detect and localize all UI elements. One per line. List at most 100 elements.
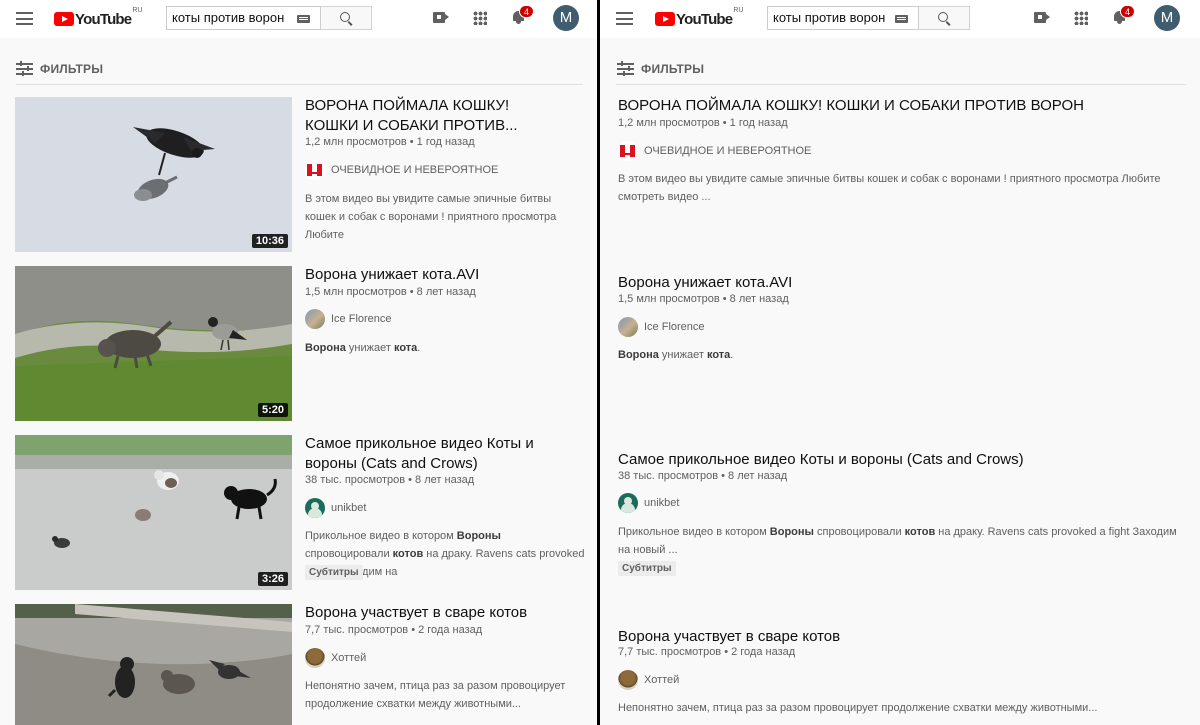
video-title[interactable]: ВОРОНА ПОЙМАЛА КОШКУ! КОШКИ И СОБАКИ ПРО…	[618, 96, 1188, 116]
video-duration: 10:36	[251, 234, 288, 248]
channel-link[interactable]: Хоттей	[305, 648, 366, 668]
right-pane: YouTube RU коты против ворон 4 M ФИЛЬТРЫ…	[600, 0, 1200, 725]
channel-link[interactable]: unikbet	[305, 498, 366, 518]
channel-logo-icon	[305, 160, 325, 180]
channel-link[interactable]: Хоттей	[618, 670, 679, 690]
video-description: Ворона унижает кота.	[305, 342, 421, 354]
filters-label: ФИЛЬТРЫ	[641, 62, 705, 76]
logo-region: RU	[132, 7, 143, 14]
video-description: Прикольное видео в котором Вороны спрово…	[618, 526, 1177, 556]
video-description: Непонятно зачем, птица раз за разом пров…	[618, 702, 1098, 714]
channel-name: ОЧЕВИДНОЕ И НЕВЕРОЯТНОЕ	[644, 145, 812, 157]
video-description: Ворона унижает кота.	[618, 349, 734, 361]
video-meta: 1,5 млн просмотров • 8 лет назад	[618, 293, 789, 305]
youtube-logo[interactable]: YouTube RU	[655, 7, 744, 29]
video-duration: 3:26	[257, 572, 288, 586]
logo-region: RU	[733, 7, 744, 14]
create-video-icon[interactable]	[1034, 12, 1050, 23]
notifications-badge: 4	[1120, 5, 1135, 18]
channel-avatar	[618, 317, 638, 337]
search-button[interactable]	[321, 6, 372, 30]
video-title[interactable]: Самое прикольное видео Коты и вороны (Ca…	[305, 434, 565, 474]
channel-avatar	[618, 493, 638, 513]
channel-avatar	[305, 498, 325, 518]
filters-button[interactable]: ФИЛЬТРЫ	[617, 60, 704, 78]
video-meta: 1,2 млн просмотров • 1 год назад	[305, 136, 475, 148]
account-avatar[interactable]: M	[553, 5, 579, 31]
search-input[interactable]: коты против ворон	[166, 6, 321, 30]
masthead: YouTube RU коты против ворон 4 M	[0, 0, 597, 38]
divider	[616, 84, 1186, 85]
channel-name: unikbet	[331, 502, 367, 514]
subtitles-badge: Субтитры	[305, 565, 363, 580]
video-meta: 7,7 тыс. просмотров • 2 года назад	[618, 646, 796, 658]
channel-name: ОЧЕВИДНОЕ И НЕВЕРОЯТНОЕ	[331, 164, 499, 176]
logo-text: YouTube	[75, 10, 132, 28]
channel-name: unikbet	[644, 497, 680, 509]
video-meta: 1,2 млн просмотров • 1 год назад	[618, 117, 788, 129]
search-icon	[340, 12, 350, 22]
video-title[interactable]: ВОРОНА ПОЙМАЛА КОШКУ! КОШКИ И СОБАКИ ПРО…	[305, 96, 545, 136]
cats-and-crows-thumbnail	[15, 435, 292, 590]
keyboard-icon[interactable]	[297, 15, 310, 23]
video-title[interactable]: Ворона унижает кота.AVI	[618, 273, 1188, 293]
youtube-logo[interactable]: YouTube RU	[54, 7, 143, 29]
video-title[interactable]: Ворона унижает кота.AVI	[305, 265, 585, 285]
channel-link[interactable]: ОЧЕВИДНОЕ И НЕВЕРОЯТНОЕ	[305, 160, 498, 180]
channel-name: Ice Florence	[644, 321, 705, 333]
channel-name: Хоттей	[331, 652, 367, 664]
channel-logo-icon	[618, 141, 638, 161]
video-description: В этом видео вы увидите самые эпичные би…	[618, 173, 1161, 203]
video-thumbnail[interactable]: 3:26	[15, 435, 292, 590]
channel-name: Хоттей	[644, 674, 680, 686]
apps-grid-icon[interactable]	[473, 11, 487, 25]
notifications-badge: 4	[519, 5, 534, 18]
channel-name: Ice Florence	[331, 313, 392, 325]
menu-icon[interactable]	[16, 12, 33, 25]
menu-icon[interactable]	[616, 12, 633, 25]
video-meta: 1,5 млн просмотров • 8 лет назад	[305, 286, 476, 298]
channel-link[interactable]: Ice Florence	[618, 317, 705, 337]
filters-label: ФИЛЬТРЫ	[40, 62, 104, 76]
channel-link[interactable]: unikbet	[618, 493, 679, 513]
search-input[interactable]: коты против ворон	[767, 6, 919, 30]
channel-link[interactable]: Ice Florence	[305, 309, 392, 329]
masthead: YouTube RU коты против ворон 4 M	[600, 0, 1200, 38]
search-button[interactable]	[919, 6, 970, 30]
channel-avatar	[305, 648, 325, 668]
video-description: В этом видео вы увидите самые эпичные би…	[305, 193, 557, 241]
video-meta: 38 тыс. просмотров • 8 лет назад	[305, 474, 475, 486]
create-video-icon[interactable]	[433, 12, 449, 23]
logo-text: YouTube	[676, 10, 733, 28]
search-icon	[938, 12, 948, 22]
video-thumbnail[interactable]	[15, 604, 292, 725]
search-query-text: коты против ворон	[773, 10, 886, 25]
channel-link[interactable]: ОЧЕВИДНОЕ И НЕВЕРОЯТНОЕ	[618, 141, 811, 161]
crow-catching-cat-thumbnail	[15, 97, 292, 252]
crow-and-cat-on-lawn-thumbnail	[15, 266, 292, 421]
search-query-text: коты против ворон	[172, 10, 285, 25]
video-meta: 38 тыс. просмотров • 8 лет назад	[618, 470, 788, 482]
divider	[16, 84, 583, 85]
video-thumbnail[interactable]: 5:20	[15, 266, 292, 421]
crow-in-cat-fight-thumbnail	[15, 604, 292, 725]
video-title[interactable]: Ворона участвует в сваре котов	[305, 603, 585, 623]
subtitles-badge: Субтитры	[618, 561, 676, 576]
youtube-play-icon	[655, 12, 675, 26]
apps-grid-icon[interactable]	[1074, 11, 1088, 25]
video-title[interactable]: Самое прикольное видео Коты и вороны (Ca…	[618, 450, 1188, 470]
video-duration: 5:20	[257, 403, 288, 417]
channel-avatar	[618, 670, 638, 690]
left-pane: YouTube RU коты против ворон 4 M ФИЛЬТРЫ	[0, 0, 597, 725]
video-description: Непонятно зачем, птица раз за разом пров…	[305, 680, 566, 710]
video-thumbnail[interactable]: 10:36	[15, 97, 292, 252]
youtube-play-icon	[54, 12, 74, 26]
filters-button[interactable]: ФИЛЬТРЫ	[16, 60, 103, 78]
video-meta: 7,7 тыс. просмотров • 2 года назад	[305, 624, 483, 636]
filter-sliders-icon	[617, 61, 634, 76]
channel-avatar	[305, 309, 325, 329]
video-title[interactable]: Ворона участвует в сваре котов	[618, 627, 1188, 647]
filter-sliders-icon	[16, 61, 33, 76]
account-avatar[interactable]: M	[1154, 5, 1180, 31]
keyboard-icon[interactable]	[895, 15, 908, 23]
